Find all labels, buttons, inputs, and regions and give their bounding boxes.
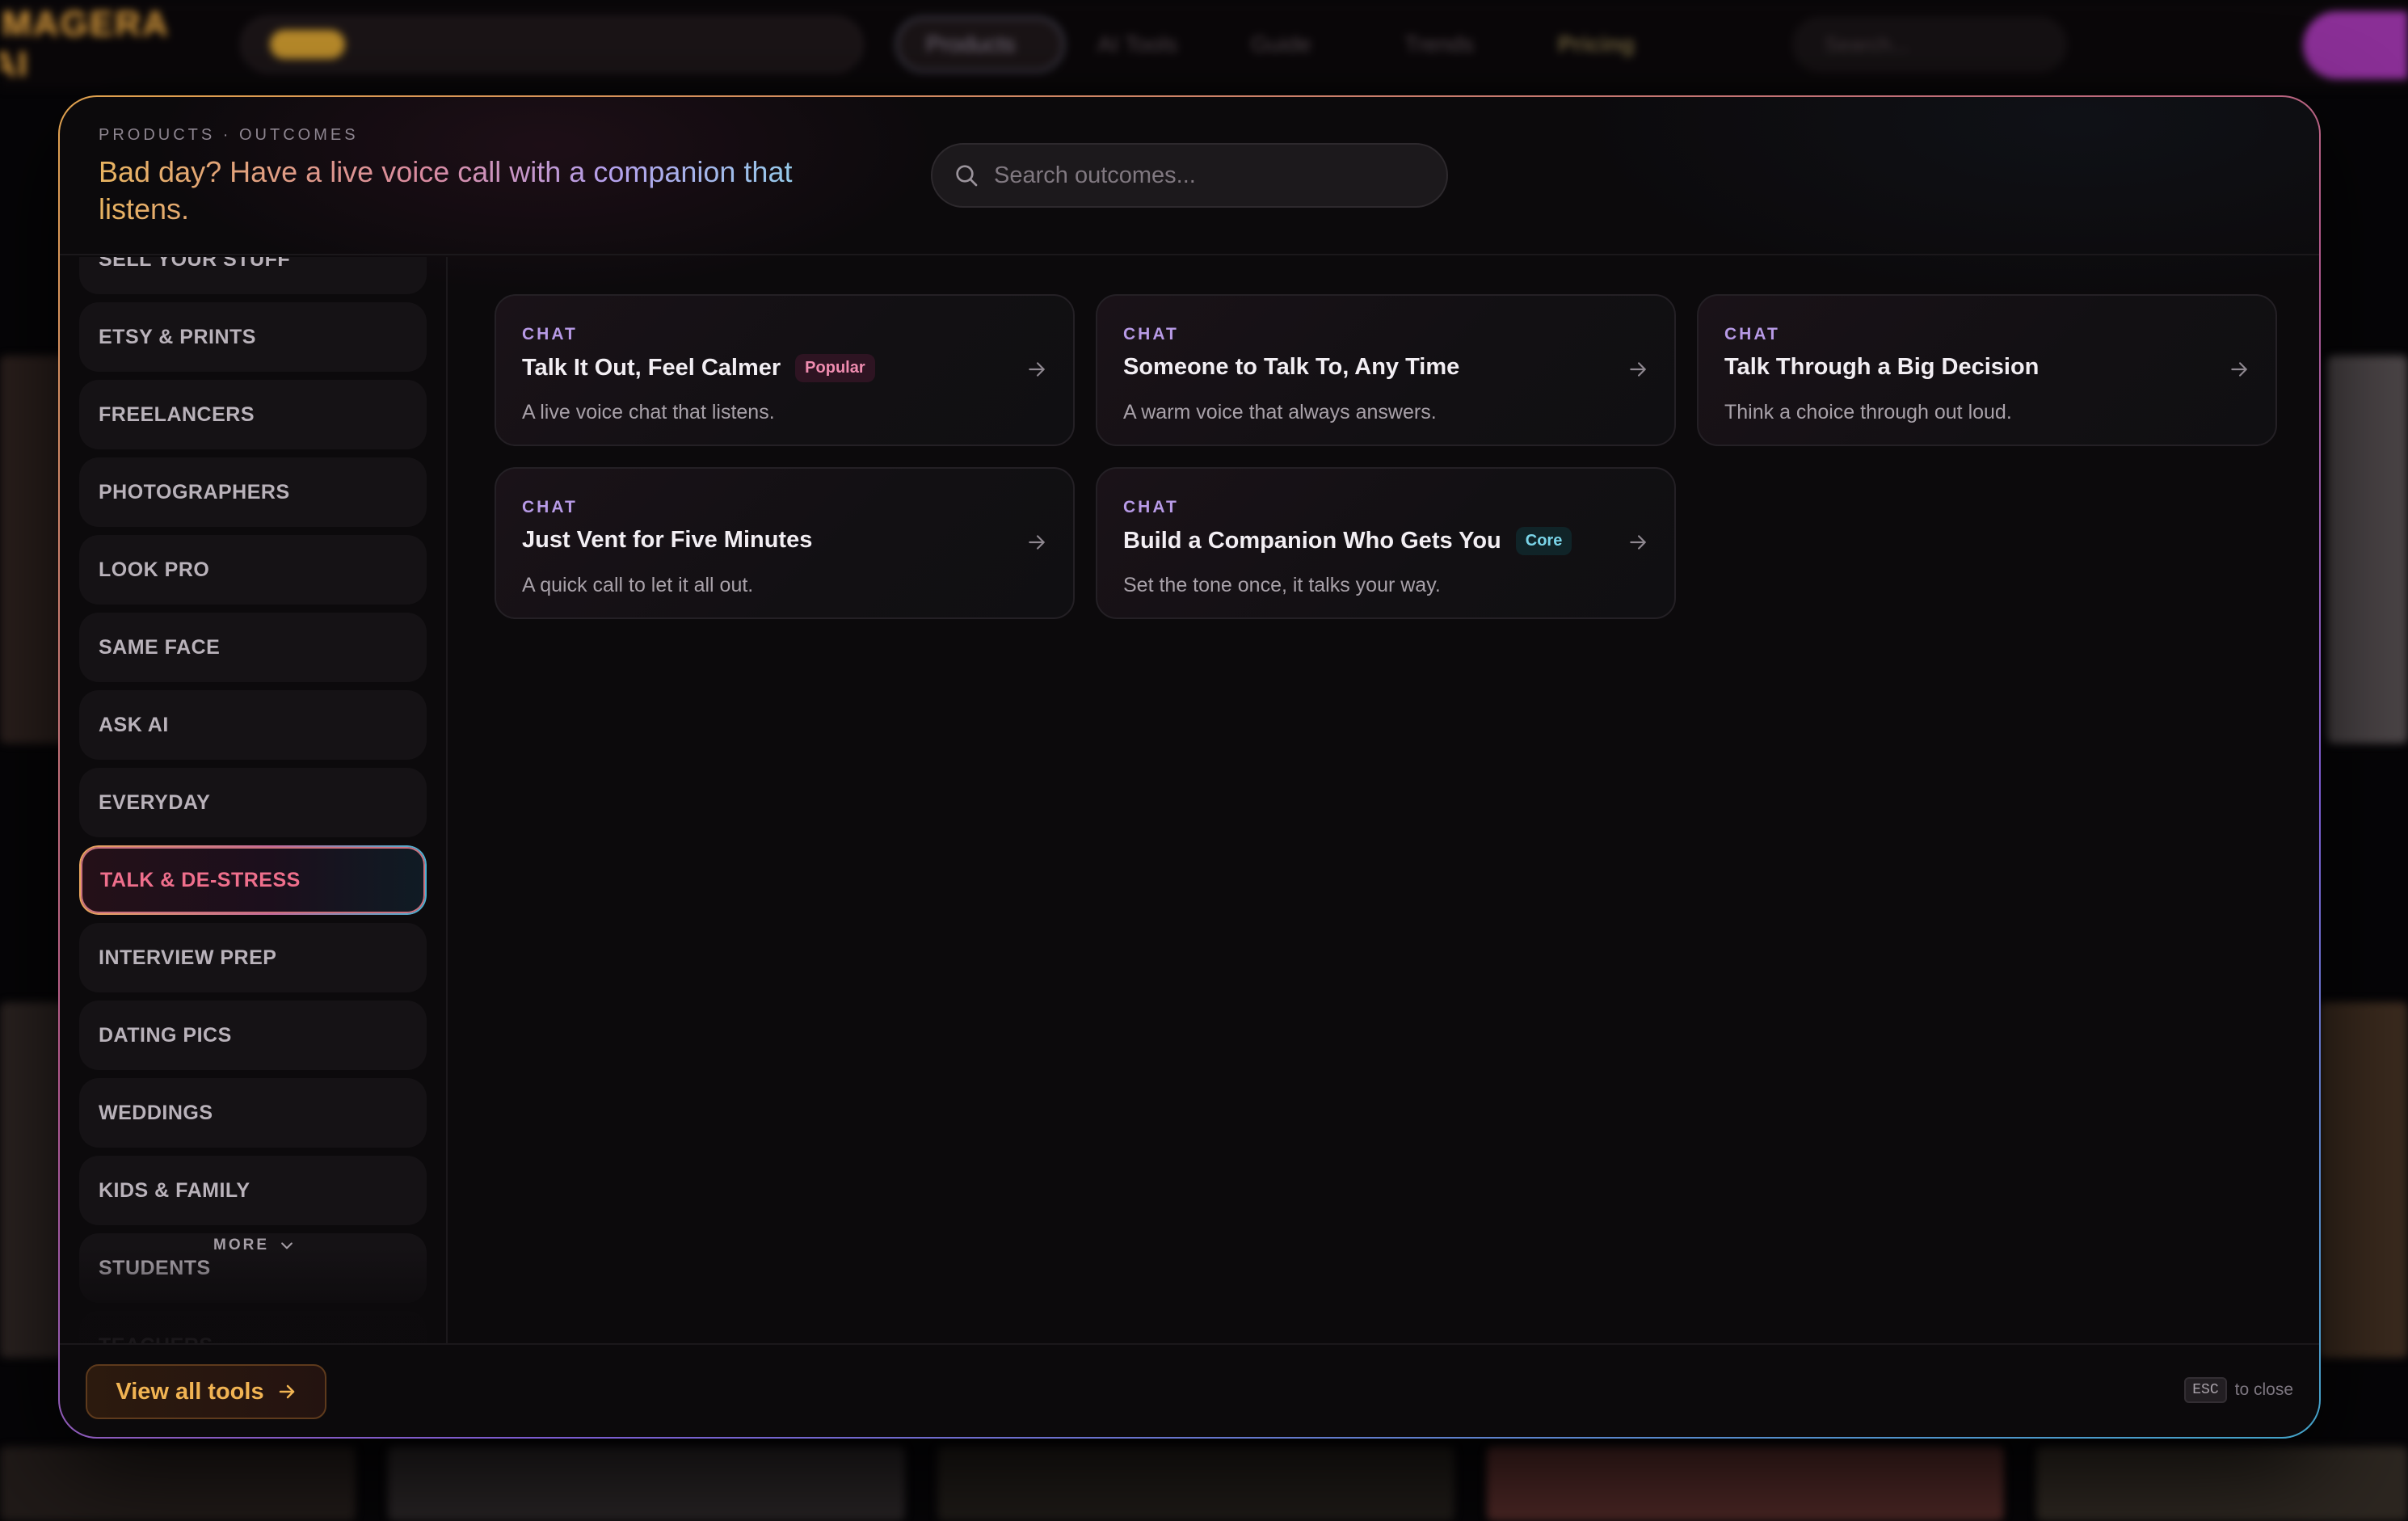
sidebar-item-interview-prep[interactable]: INTERVIEW PREP <box>79 923 427 992</box>
background-products-pill: Products <box>895 16 1065 73</box>
card-title-row: Just Vent for Five Minutes <box>522 527 812 554</box>
card-description: A warm voice that always answers. <box>1123 401 1437 423</box>
arrow-right-icon <box>1029 535 1045 550</box>
arrow-right-icon <box>279 1384 294 1399</box>
outcome-card[interactable]: CHAT Talk Through a Big Decision Think a… <box>1697 294 2277 446</box>
sidebar-item-teachers[interactable]: TEACHERS <box>79 1311 427 1345</box>
core-badge: Core <box>1515 527 1572 555</box>
card-description: Set the tone once, it talks your way. <box>1123 574 1441 596</box>
modal-header: PRODUCTS · OUTCOMES Bad day? Have a live… <box>60 97 2319 255</box>
card-title: Just Vent for Five Minutes <box>522 527 813 553</box>
card-title-row: Build a Companion Who Gets You Core <box>1123 527 1572 555</box>
background-image-tile <box>1487 1447 2004 1521</box>
page-title: Bad day? Have a live voice call with a c… <box>99 154 826 228</box>
outcome-card[interactable]: CHAT Someone to Talk To, Any Time A warm… <box>1096 294 1676 446</box>
breadcrumb: PRODUCTS · OUTCOMES <box>99 126 359 144</box>
card-title-row: Talk It Out, Feel Calmer Popular <box>522 354 875 382</box>
background-image-tile <box>0 1447 356 1521</box>
sidebar-item-same-face[interactable]: SAME FACE <box>79 613 427 682</box>
background-promo-pill <box>241 16 863 73</box>
view-all-tools-button[interactable]: View all tools <box>86 1364 326 1419</box>
background-nav-link: Guide <box>1251 32 1311 57</box>
card-title: Someone to Talk To, Any Time <box>1123 354 1460 380</box>
card-title-row: Talk Through a Big Decision <box>1724 354 2039 381</box>
sidebar-item-everyday[interactable]: EVERYDAY <box>79 768 427 837</box>
background-nav-link: AI Tools <box>1097 32 1178 57</box>
arrow-right-icon <box>1029 362 1045 377</box>
sidebar-item-talk-de-stress[interactable]: TALK & DE-STRESS <box>79 845 427 915</box>
sidebar-item-sell-your-stuff[interactable]: SELL YOUR STUFF <box>79 257 427 294</box>
sidebar-item-kids-family[interactable]: KIDS & FAMILY <box>79 1156 427 1225</box>
arrow-right-icon <box>2231 362 2247 377</box>
more-label: MORE <box>213 1237 269 1253</box>
background-logo: IMAGERA AI <box>0 4 169 84</box>
search-icon <box>956 165 978 187</box>
background-navbar: IMAGERA AI Products AI Tools Guide Trend… <box>0 0 2408 89</box>
card-tag: CHAT <box>522 498 578 516</box>
card-title-row: Someone to Talk To, Any Time <box>1123 354 1459 381</box>
card-description: Think a choice through out loud. <box>1724 401 2012 423</box>
background-image-tile <box>2319 1002 2408 1358</box>
view-all-label: View all tools <box>116 1378 264 1405</box>
background-image-tile <box>937 1447 1454 1521</box>
background-promo-badge <box>270 30 346 59</box>
modal-footer: View all tools ESC to close <box>60 1343 2319 1437</box>
card-title: Build a Companion Who Gets You <box>1123 528 1501 554</box>
card-tag: CHAT <box>1724 325 1780 343</box>
background-image-tile <box>2327 356 2408 744</box>
background-cta-button <box>2303 11 2408 79</box>
background-search: Search... <box>1792 16 2067 73</box>
background-image-tile <box>2036 1447 2408 1521</box>
card-tag: CHAT <box>522 325 578 343</box>
more-button[interactable]: MORE <box>213 1237 295 1254</box>
card-title: Talk Through a Big Decision <box>1724 354 2040 380</box>
sidebar-item-ask-ai[interactable]: ASK AI <box>79 690 427 760</box>
background-nav-link: Trends <box>1404 32 1475 57</box>
search-input[interactable] <box>994 145 1446 206</box>
sidebar-item-weddings[interactable]: WEDDINGS <box>79 1078 427 1148</box>
chevron-down-icon <box>281 1242 293 1249</box>
search-box[interactable] <box>931 143 1448 208</box>
card-tag: CHAT <box>1123 325 1179 343</box>
card-title: Talk It Out, Feel Calmer <box>522 355 781 381</box>
popular-badge: Popular <box>795 354 875 382</box>
outcome-card[interactable]: CHAT Build a Companion Who Gets You Core… <box>1096 467 1676 619</box>
arrow-right-icon <box>1630 362 1646 377</box>
outcomes-modal: PRODUCTS · OUTCOMES Bad day? Have a live… <box>58 95 2321 1439</box>
outcome-card[interactable]: CHAT Talk It Out, Feel Calmer Popular A … <box>495 294 1075 446</box>
card-tag: CHAT <box>1123 498 1179 516</box>
sidebar-item-dating-pics[interactable]: DATING PICS <box>79 1001 427 1070</box>
background-pricing-link: Pricing <box>1558 32 1635 57</box>
sidebar-item-photographers[interactable]: PHOTOGRAPHERS <box>79 457 427 527</box>
sidebar-item-look-pro[interactable]: LOOK PRO <box>79 535 427 605</box>
background-image-tile <box>388 1447 905 1521</box>
card-description: A quick call to let it all out. <box>522 574 754 596</box>
close-hint-text: to close <box>2234 1380 2293 1399</box>
card-description: A live voice chat that listens. <box>522 401 775 423</box>
outcomes-modal-body: PRODUCTS · OUTCOMES Bad day? Have a live… <box>60 97 2319 1437</box>
esc-key: ESC <box>2184 1377 2227 1403</box>
sidebar-item-etsy-prints[interactable]: ETSY & PRINTS <box>79 302 427 372</box>
outcome-card[interactable]: CHAT Just Vent for Five Minutes A quick … <box>495 467 1075 619</box>
arrow-right-icon <box>1630 535 1646 550</box>
category-sidebar[interactable]: SELL YOUR STUFF ETSY & PRINTS FREELANCER… <box>60 257 448 1345</box>
sidebar-item-freelancers[interactable]: FREELANCERS <box>79 380 427 449</box>
close-hint: ESC to close <box>2184 1377 2293 1403</box>
background-image-tile <box>0 1002 65 1358</box>
